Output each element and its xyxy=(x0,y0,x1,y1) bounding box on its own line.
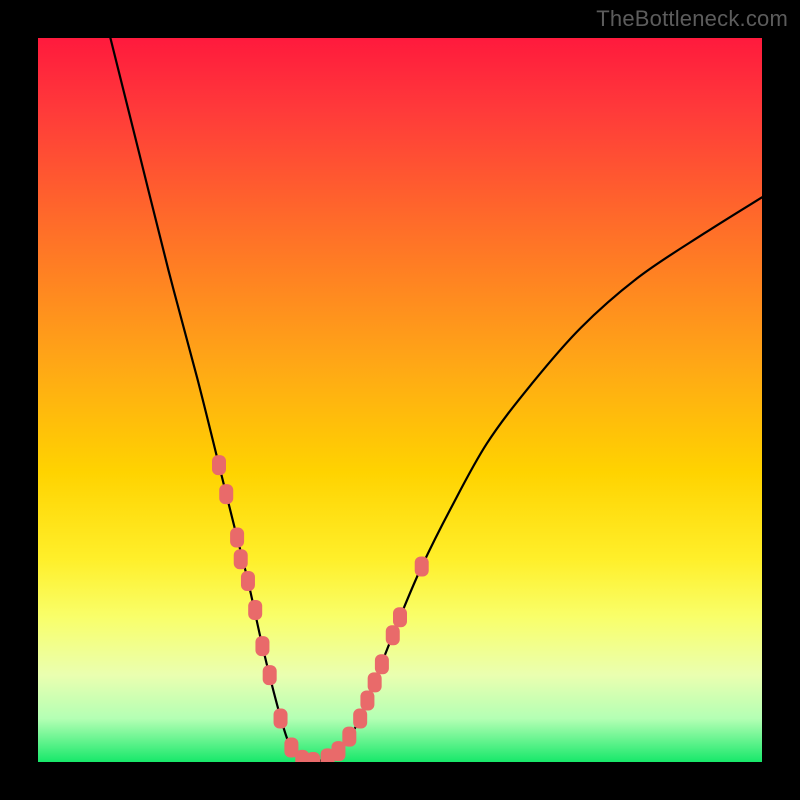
curve-marker xyxy=(230,528,244,548)
curve-marker xyxy=(274,709,288,729)
curve-marker xyxy=(393,607,407,627)
curve-marker xyxy=(342,727,356,747)
curve-marker xyxy=(375,654,389,674)
curve-marker xyxy=(212,455,226,475)
watermark-text: TheBottleneck.com xyxy=(596,6,788,32)
curve-marker xyxy=(248,600,262,620)
plot-area xyxy=(38,38,762,762)
curve-marker xyxy=(368,672,382,692)
curve-marker xyxy=(234,549,248,569)
curve-marker xyxy=(241,571,255,591)
curve-marker xyxy=(386,625,400,645)
curve-marker xyxy=(284,738,298,758)
curve-marker xyxy=(321,748,335,762)
curve-marker xyxy=(255,636,269,656)
curve-marker xyxy=(353,709,367,729)
curve-marker xyxy=(306,752,320,762)
marker-group xyxy=(212,455,429,762)
curve-marker xyxy=(295,750,309,762)
bottleneck-curve xyxy=(110,38,762,762)
chart-frame: TheBottleneck.com xyxy=(0,0,800,800)
curve-marker xyxy=(360,690,374,710)
curve-marker xyxy=(331,741,345,761)
curve-marker xyxy=(415,557,429,577)
curve-layer xyxy=(38,38,762,762)
curve-marker xyxy=(219,484,233,504)
curve-marker xyxy=(263,665,277,685)
